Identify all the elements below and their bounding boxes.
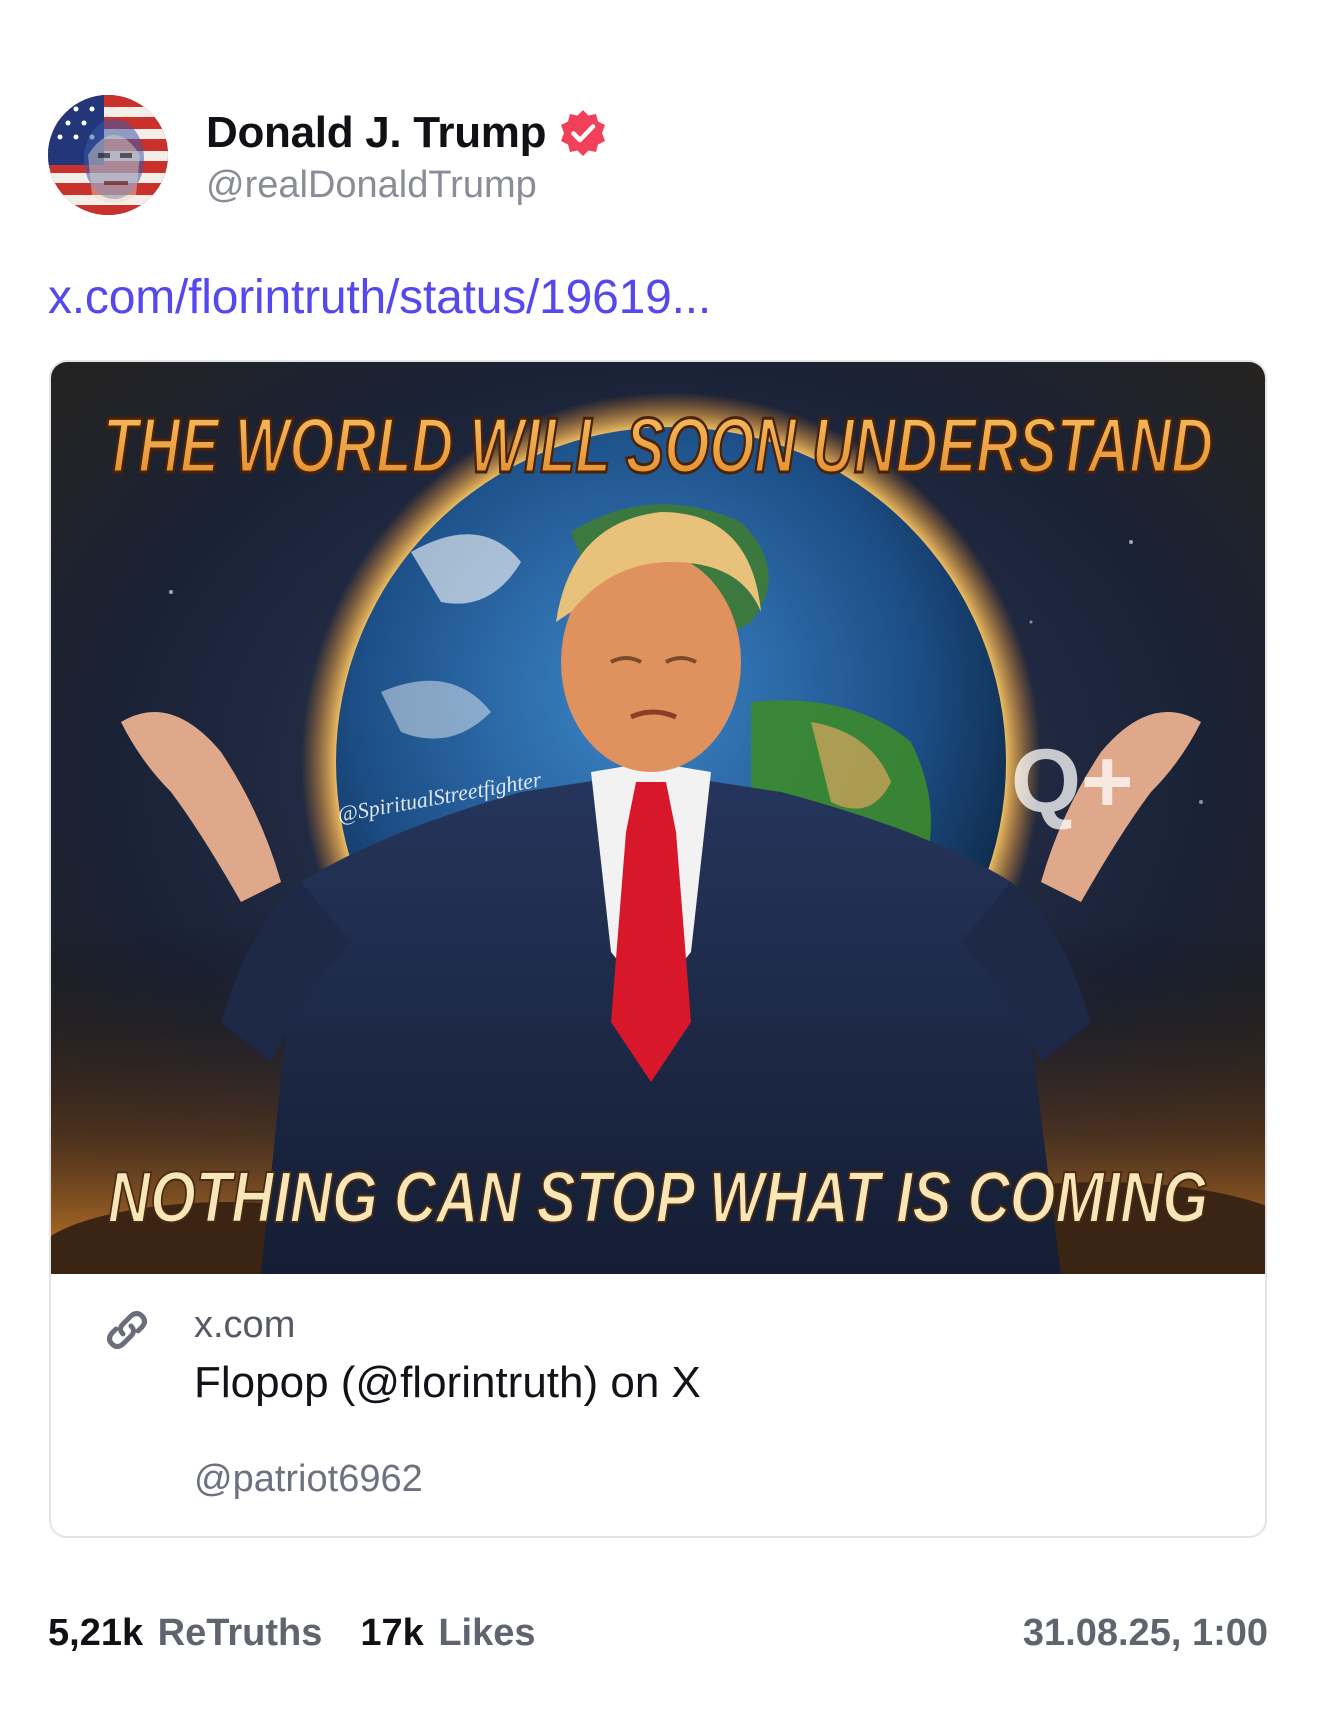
verified-badge-icon [558, 108, 608, 158]
post-link[interactable]: x.com/florintruth/status/19619... [48, 270, 711, 325]
retruths-count: 5,21k [48, 1612, 144, 1654]
image-top-text: THE WORLD WILL SOON UNDERSTAND [103, 401, 1213, 489]
link-preview-card[interactable]: Q+ @SpiritualStreetfighter THE WORLD WIL… [49, 360, 1267, 1538]
author-handle[interactable]: @realDonaldTrump [206, 164, 608, 207]
card-title[interactable]: Flopop (@florintruth) on X [194, 1358, 701, 1408]
post-stats: 5,21k ReTruths 17k Likes [48, 1612, 574, 1655]
q-plus-symbol: Q+ [1011, 732, 1134, 832]
retruths-stat[interactable]: 5,21k ReTruths [48, 1612, 322, 1655]
post-header: Donald J. Trump @realDonaldTrump [48, 94, 608, 216]
link-icon [101, 1304, 153, 1356]
avatar[interactable] [48, 95, 168, 215]
image-bottom-text: NOTHING CAN STOP WHAT IS COMING [108, 1158, 1208, 1238]
likes-count: 17k [360, 1612, 424, 1654]
flag-portrait-avatar [48, 95, 168, 215]
display-name[interactable]: Donald J. Trump [206, 108, 547, 158]
post-timestamp: 31.08.25, 1:00 [1022, 1612, 1268, 1654]
retruths-label: ReTruths [157, 1612, 323, 1654]
preview-image[interactable]: Q+ @SpiritualStreetfighter THE WORLD WIL… [51, 362, 1265, 1274]
likes-label: Likes [438, 1612, 536, 1654]
card-meta[interactable]: x.com Flopop (@florintruth) on X @patrio… [51, 1274, 1265, 1536]
likes-stat[interactable]: 17k Likes [360, 1612, 535, 1655]
card-author[interactable]: @patriot6962 [194, 1458, 423, 1501]
card-domain: x.com [194, 1304, 296, 1346]
name-row: Donald J. Trump [206, 104, 608, 162]
author-names: Donald J. Trump @realDonaldTrump [206, 104, 608, 207]
